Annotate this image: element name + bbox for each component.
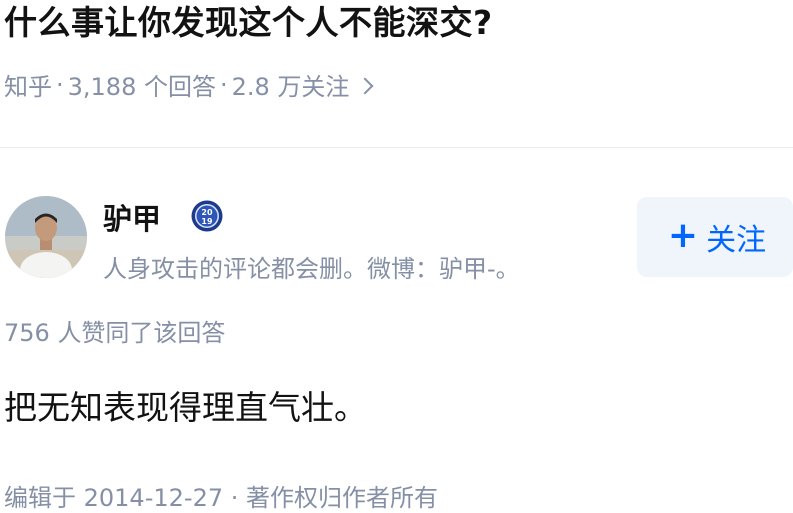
plus-icon: + [667,215,699,256]
answer-content: 把无知表现得理直气壮。 [4,388,367,427]
avatar-image [5,196,87,278]
question-title[interactable]: 什么事让你发现这个人不能深交? [4,0,493,44]
author-bio: 人身攻击的评论都会删。微博：驴甲-。 [103,255,520,283]
meta-separator: · [219,70,228,99]
meta-separator: · [56,70,64,99]
avatar[interactable] [5,196,87,278]
upvote-count[interactable]: 756 人赞同了该回答 [4,313,225,348]
question-meta[interactable]: 知乎 · 3,188 个回答 · 2.8 万关注 [4,67,374,102]
followers-count: 2.8 万关注 [231,73,350,101]
follow-button-label: 关注 [706,223,767,258]
source-label: 知乎 [4,73,52,101]
answer-footer: 编辑于 2014-12-27 · 著作权归作者所有 [4,484,438,512]
badge-year-top: 20 [201,208,213,217]
divider [0,147,793,148]
follow-button[interactable]: + 关注 [637,197,793,277]
chevron-right-icon [356,77,374,94]
author-name[interactable]: 驴甲 [103,196,161,238]
badge-year-bottom: 19 [201,217,213,226]
answers-count: 3,188 个回答 [67,73,216,101]
year-badge-icon[interactable]: 20 19 [190,199,224,233]
